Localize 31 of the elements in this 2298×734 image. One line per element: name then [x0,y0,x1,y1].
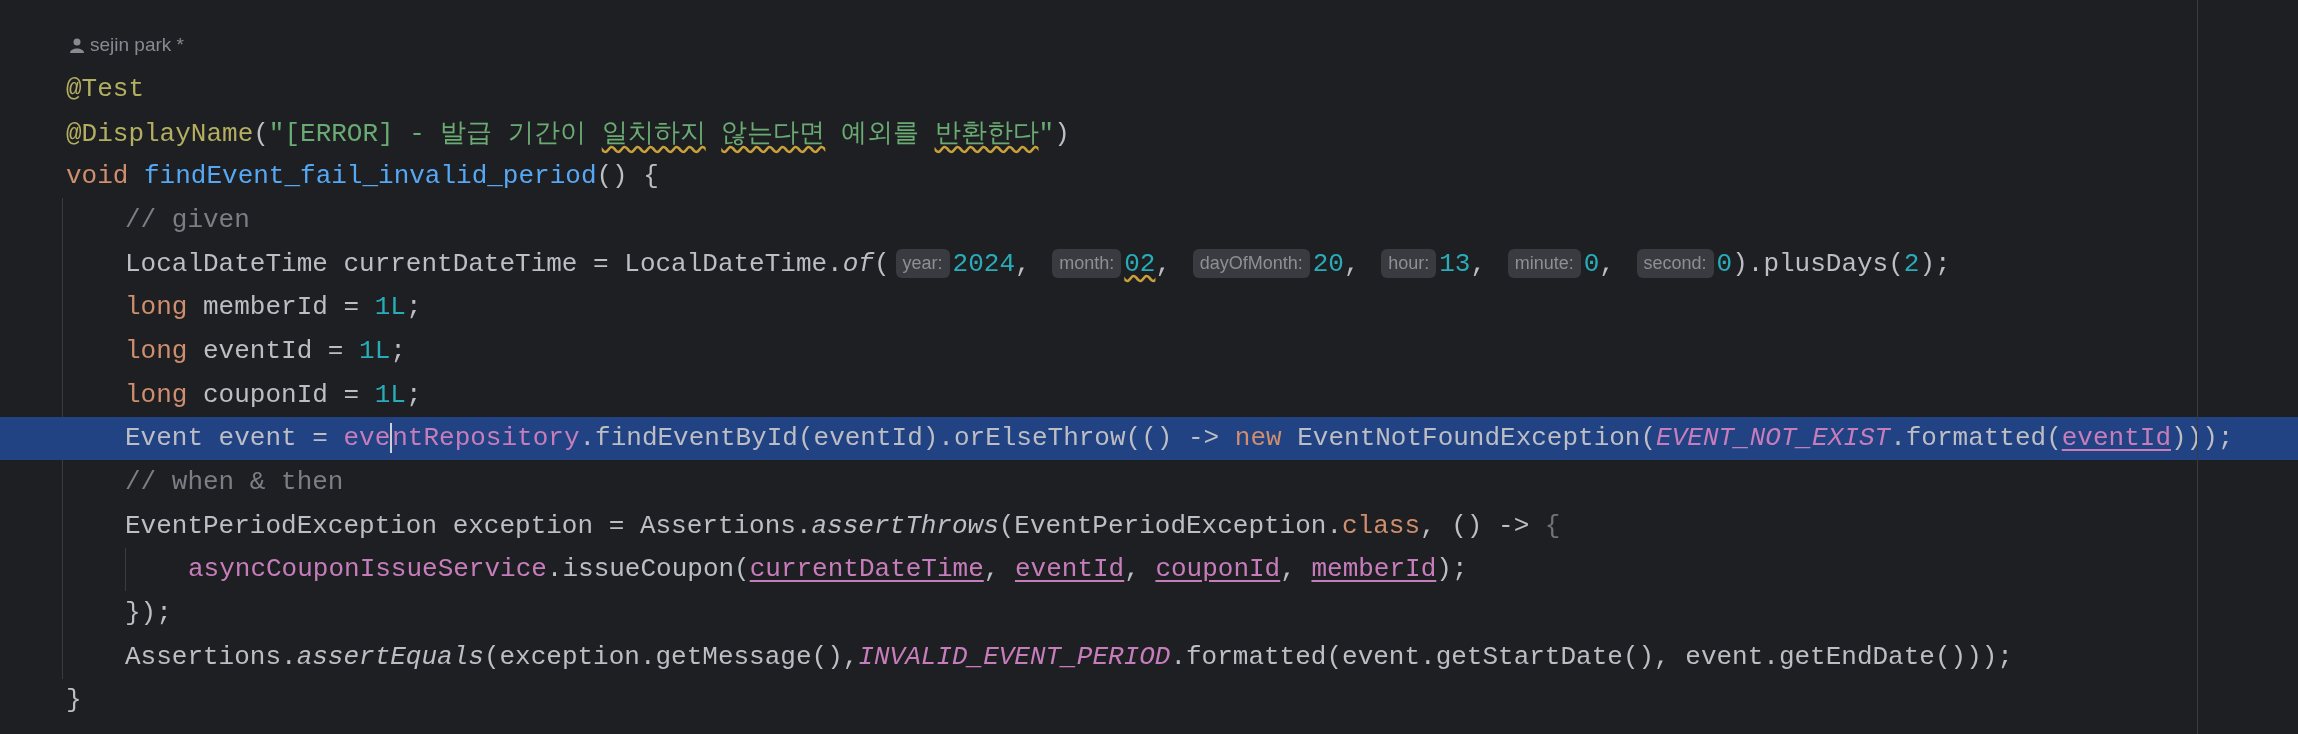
code-text: 0).plusDays(2); [1716,248,1951,279]
parameter-hint: dayOfMonth: [1192,249,1310,279]
code-text: EventPeriodException exception = Assertions.assertThrows(EventPeriodException.class, () -> { [125,510,1561,541]
code-text: Event event = eve [125,423,391,454]
parameter-hint: minute: [1507,249,1581,279]
code-text: @Test [66,73,144,104]
code-text: } [66,685,82,716]
parameter-hint: second: [1636,249,1714,279]
code-text: Assertions.assertEquals(exception.getMessage(),INVALID_EVENT_PERIOD.formatted(event.getStartDate(), event.getEndDate())); [125,641,2013,672]
code-text: long couponId = 1L; [125,379,422,410]
code-text: @DisplayName("[ERROR] - 발급 기간이 일치하지 않는다면 예외를 반환한다") [66,118,1070,151]
author-label: sejin park * [90,34,184,56]
text-caret [390,423,393,454]
code-text: 2024, [952,248,1032,279]
code-text: 13, [1439,248,1488,279]
code-text: void findEvent_fail_invalid_period() { [66,161,659,192]
code-text: long eventId = 1L; [125,335,406,366]
code-text: }); [125,598,172,629]
code-text: // when & then [125,467,344,498]
code-text: long memberId = 1L; [125,292,422,323]
code-text: 20, [1312,248,1361,279]
code-text: asyncCouponIssueService.issueCoupon(currentDateTime, eventId, couponId, memberId); [188,554,1468,585]
code-text: ntRepository.findEventById(eventId).orElseThrow(() -> new EventNotFoundException(EVENT_NOT_EXIST.formatted(eventId))); [392,423,2234,454]
parameter-hint: month: [1052,249,1122,279]
code-text: 02, [1124,248,1173,279]
code-text: LocalDateTime currentDateTime = LocalDateTime.of( [125,248,890,279]
person-icon [70,37,84,53]
code-text: 0, [1583,248,1616,279]
code-text: // given [125,204,250,235]
parameter-hint: year: [895,249,950,279]
parameter-hint: hour: [1381,249,1437,279]
